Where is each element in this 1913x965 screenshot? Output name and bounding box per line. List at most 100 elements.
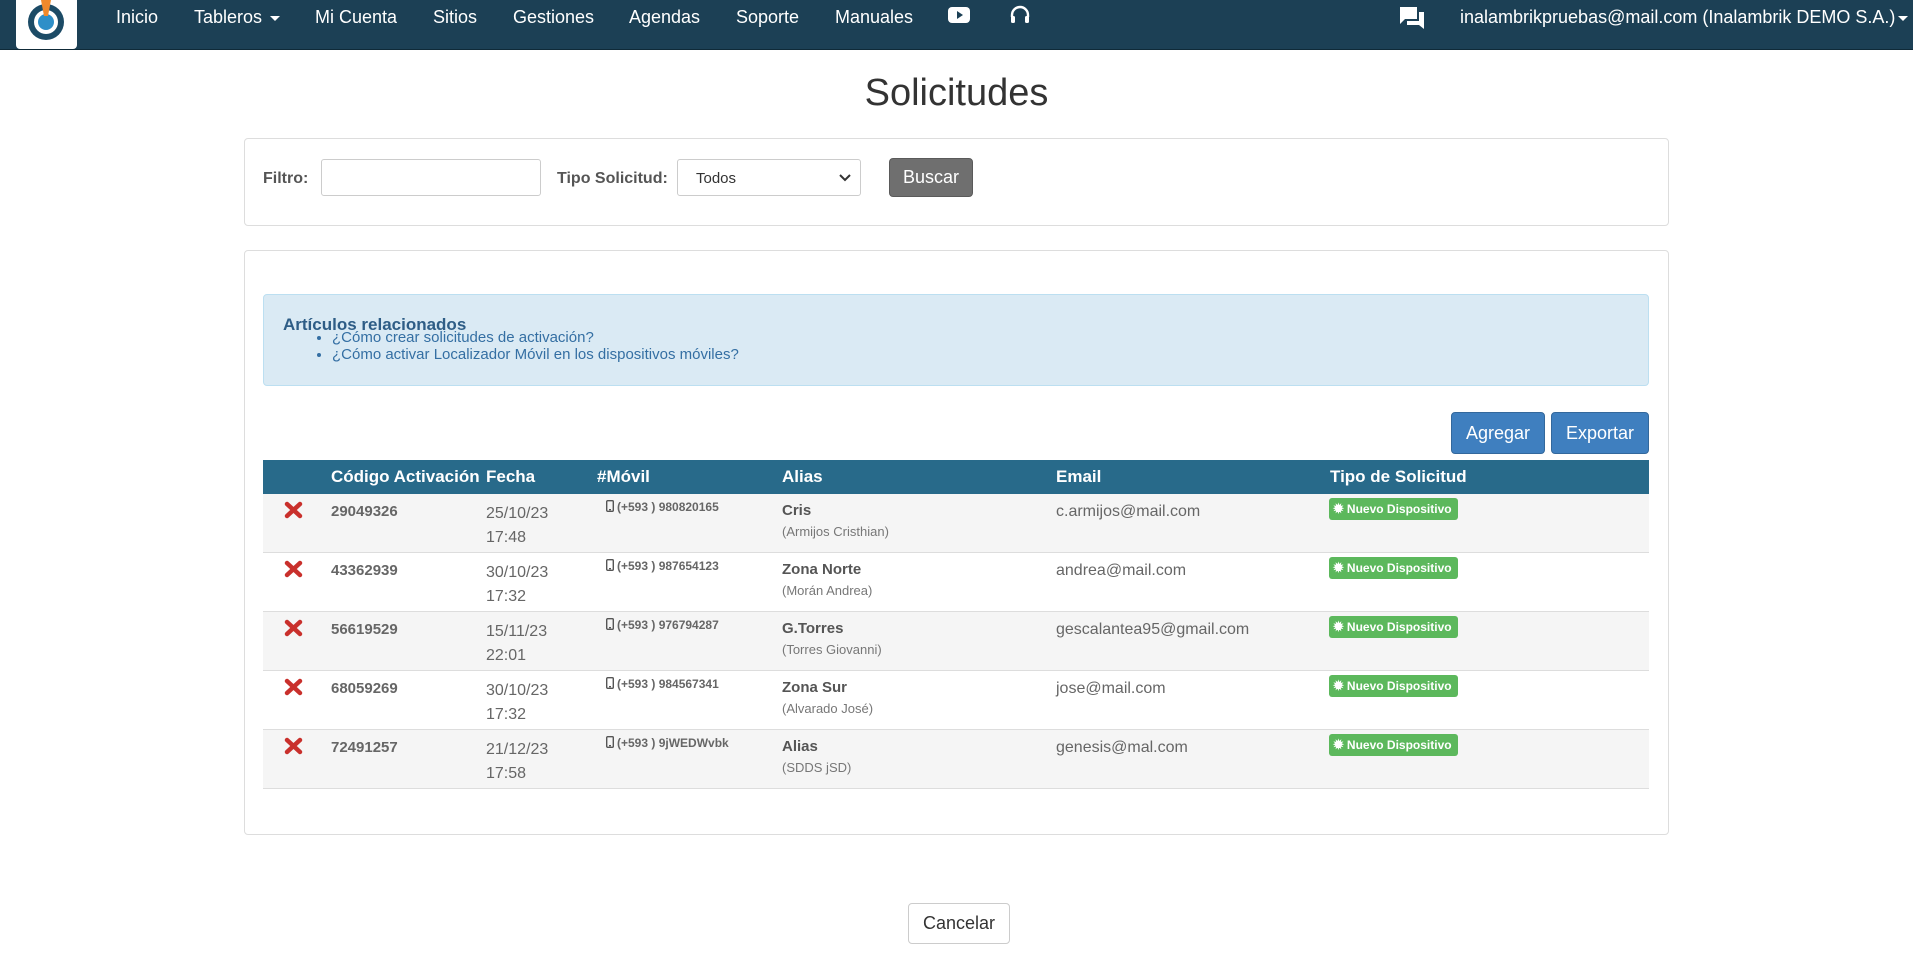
badge-star-icon: ✹ — [1333, 501, 1344, 516]
mobile-number: (+593 ) 980820165 — [605, 499, 719, 514]
table-row: 56619529 15/11/23 22:01 (+593 ) 976794287… — [263, 612, 1649, 671]
filter-panel: Filtro: Tipo Solicitud: Todos Buscar — [244, 138, 1669, 226]
request-date: 25/10/23 17:48 — [486, 502, 548, 550]
badge-star-icon: ✹ — [1333, 678, 1344, 693]
activation-code: 43362939 — [331, 562, 398, 579]
alias-owner: (Morán Andrea) — [782, 583, 873, 598]
related-articles-list: ¿Cómo crear solicitudes de activación? ¿… — [314, 329, 739, 363]
cancel-button[interactable]: Cancelar — [908, 903, 1010, 944]
chevron-down-icon — [839, 174, 851, 182]
mobile-number-value: (+593 ) 9jWEDWvbk — [617, 736, 729, 750]
time-value: 22:01 — [486, 647, 527, 664]
header-movil: #Móvil — [597, 467, 650, 486]
related-article-link[interactable]: ¿Cómo crear solicitudes de activación? — [332, 329, 739, 346]
mobile-number-value: (+593 ) 987654123 — [617, 559, 719, 573]
request-date: 30/10/23 17:32 — [486, 561, 548, 609]
alias-owner: (Alvarado José) — [782, 701, 874, 716]
date-value: 15/11/23 — [486, 623, 548, 640]
badge-star-icon: ✹ — [1333, 560, 1344, 575]
header-tipo: Tipo de Solicitud — [1330, 467, 1467, 486]
table-header: Código Activación Fecha #Móvil Alias Ema… — [263, 460, 1649, 494]
email-value: andrea@mail.com — [1056, 562, 1187, 579]
filter-input[interactable] — [321, 159, 541, 196]
nav-manuales[interactable]: Manuales — [835, 0, 913, 34]
delete-icon[interactable] — [284, 618, 304, 638]
headset-icon[interactable] — [1008, 4, 1032, 28]
delete-icon[interactable] — [284, 736, 304, 756]
header-alias: Alias — [782, 467, 823, 486]
table-row: 43362939 30/10/23 17:32 (+593 ) 987654123… — [263, 553, 1649, 612]
nav-gestiones[interactable]: Gestiones — [513, 0, 594, 34]
time-value: 17:48 — [486, 529, 527, 546]
caret-down-icon — [1898, 15, 1909, 21]
search-button[interactable]: Buscar — [889, 158, 973, 197]
email-value: gescalantea95@gmail.com — [1056, 621, 1250, 638]
delete-icon[interactable] — [284, 559, 304, 579]
mobile-phone-icon — [605, 499, 614, 513]
related-articles-alert: Artículos relacionados ¿Cómo crear solic… — [263, 294, 1649, 386]
request-date: 21/12/23 17:58 — [486, 738, 548, 786]
caret-down-icon — [270, 15, 281, 21]
tipo-solicitud-select[interactable]: Todos — [677, 159, 861, 196]
request-type-label: Nuevo Dispositivo — [1346, 620, 1452, 634]
request-type-badge: ✹ Nuevo Dispositivo — [1329, 734, 1458, 756]
alias-owner: (Armijos Cristhian) — [782, 524, 889, 539]
nav-inicio[interactable]: Inicio — [116, 0, 158, 34]
date-value: 21/12/23 — [486, 741, 549, 758]
request-type-badge: ✹ Nuevo Dispositivo — [1329, 675, 1458, 697]
email-value: jose@mail.com — [1056, 680, 1166, 697]
mobile-phone-icon — [605, 558, 614, 572]
export-button[interactable]: Exportar — [1551, 412, 1649, 454]
app-logo[interactable] — [16, 0, 77, 49]
mobile-number: (+593 ) 9jWEDWvbk — [605, 735, 729, 750]
request-date: 15/11/23 22:01 — [486, 620, 547, 668]
activation-code: 29049326 — [331, 503, 398, 520]
mobile-number: (+593 ) 976794287 — [605, 617, 719, 632]
delete-icon[interactable] — [284, 677, 304, 697]
mobile-number-value: (+593 ) 976794287 — [617, 618, 719, 632]
alias-owner: (SDDS jSD) — [782, 760, 852, 775]
time-value: 17:32 — [486, 706, 527, 723]
badge-star-icon: ✹ — [1333, 737, 1344, 752]
badge-star-icon: ✹ — [1333, 619, 1344, 634]
header-email: Email — [1056, 467, 1102, 486]
activation-code: 72491257 — [331, 739, 398, 756]
user-menu[interactable]: inalambrikpruebas@mail.com (Inalambrik D… — [1460, 0, 1909, 34]
time-value: 17:58 — [486, 765, 527, 782]
date-value: 25/10/23 — [486, 505, 549, 522]
mobile-number-value: (+593 ) 984567341 — [617, 677, 719, 691]
table-row: 29049326 25/10/23 17:48 (+593 ) 980820165… — [263, 494, 1649, 553]
tipo-solicitud-label: Tipo Solicitud: — [557, 170, 668, 187]
request-date: 30/10/23 17:32 — [486, 679, 548, 727]
logo-icon — [28, 0, 64, 40]
mobile-phone-icon — [605, 676, 614, 690]
nav-tableros[interactable]: Tableros — [194, 0, 281, 34]
nav-sitios[interactable]: Sitios — [433, 0, 477, 34]
alias-name: Alias — [782, 738, 818, 755]
delete-icon[interactable] — [284, 500, 304, 520]
request-type-badge: ✹ Nuevo Dispositivo — [1329, 616, 1458, 638]
nav-agendas[interactable]: Agendas — [629, 0, 700, 34]
alias-owner: (Torres Giovanni) — [782, 642, 882, 657]
request-type-badge: ✹ Nuevo Dispositivo — [1329, 557, 1458, 579]
youtube-icon[interactable] — [947, 4, 971, 26]
activation-code: 56619529 — [331, 621, 398, 638]
table-row: 68059269 30/10/23 17:32 (+593 ) 984567341… — [263, 671, 1649, 730]
alias-name: G.Torres — [782, 620, 844, 637]
alias-name: Zona Sur — [782, 679, 848, 696]
date-value: 30/10/23 — [486, 682, 549, 699]
activation-code: 68059269 — [331, 680, 398, 697]
table-row: 72491257 21/12/23 17:58 (+593 ) 9jWEDWvbk… — [263, 730, 1649, 789]
alias-name: Zona Norte — [782, 561, 862, 578]
header-codigo: Código Activación — [331, 467, 480, 486]
alias-name: Cris — [782, 502, 812, 519]
mobile-phone-icon — [605, 735, 614, 749]
request-type-label: Nuevo Dispositivo — [1346, 502, 1452, 516]
related-article-link[interactable]: ¿Cómo activar Localizador Móvil en los d… — [332, 346, 739, 363]
chat-icon[interactable] — [1398, 5, 1426, 31]
nav-soporte[interactable]: Soporte — [736, 0, 799, 34]
nav-mi-cuenta[interactable]: Mi Cuenta — [315, 0, 397, 34]
time-value: 17:32 — [486, 588, 527, 605]
add-button[interactable]: Agregar — [1451, 412, 1545, 454]
mobile-number: (+593 ) 984567341 — [605, 676, 719, 691]
